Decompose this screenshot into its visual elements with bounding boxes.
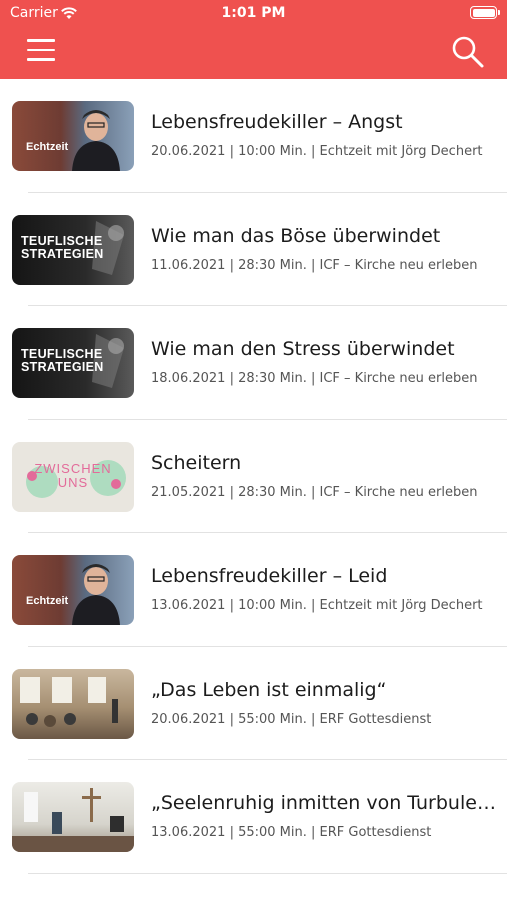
episode-meta: 21.05.2021 | 28:30 Min. | ICF – Kirche n… (151, 484, 478, 500)
episode-title: Scheitern (151, 451, 242, 474)
app-header: Carrier 1:01 PM (0, 0, 507, 79)
episode-title: Lebensfreudekiller – Leid (151, 565, 388, 587)
episode-meta: 11.06.2021 | 28:30 Min. | ICF – Kirche n… (151, 257, 478, 273)
episode-title: „Seelenruhig inmitten von Turbule… (151, 792, 496, 814)
episode-title: Wie man den Stress überwindet (151, 338, 455, 360)
episode-thumbnail: Echtzeit (12, 101, 134, 171)
episode-thumbnail (12, 668, 134, 739)
list-item[interactable]: TEUFLISCHE STRATEGIEN Wie man den Stress… (0, 306, 507, 420)
episode-list: Echtzeit Lebensfreudekiller – Angst 20.0… (0, 79, 507, 874)
search-button[interactable] (451, 35, 485, 69)
episode-title: Lebensfreudekiller – Angst (151, 111, 403, 133)
episode-thumbnail: ZWISCHEN UNS (12, 441, 134, 512)
list-item[interactable]: Echtzeit Lebensfreudekiller – Leid 13.06… (0, 533, 507, 647)
status-time: 1:01 PM (221, 5, 286, 21)
episode-meta: 18.06.2021 | 28:30 Min. | ICF – Kirche n… (151, 371, 478, 386)
episode-thumbnail: TEUFLISCHE STRATEGIEN (12, 214, 134, 285)
list-item[interactable]: „Seelenruhig inmitten von Turbule… 13.06… (0, 760, 507, 874)
episode-thumbnail: TEUFLISCHE STRATEGIEN (12, 328, 134, 398)
episode-thumbnail: Echtzeit (12, 555, 134, 625)
episode-meta: 20.06.2021 | 55:00 Min. | ERF Gottesdien… (151, 711, 432, 727)
separator (28, 872, 507, 874)
thumbnail-text: TEUFLISCHE STRATEGIEN (21, 347, 104, 374)
battery-icon (470, 6, 500, 19)
thumbnail-text: TEUFLISCHE STRATEGIEN (21, 233, 104, 261)
thumbnail-text: Echtzeit (26, 141, 69, 153)
episode-meta: 20.06.2021 | 10:00 Min. | Echtzeit mit J… (151, 144, 483, 159)
episode-meta: 13.06.2021 | 55:00 Min. | ERF Gottesdien… (151, 825, 432, 840)
menu-button[interactable] (27, 39, 55, 63)
list-item[interactable]: TEUFLISCHE STRATEGIEN Wie man das Böse ü… (0, 193, 507, 306)
status-bar: Carrier 1:01 PM (0, 0, 507, 28)
search-icon (452, 36, 484, 68)
list-item[interactable]: „Das Leben ist einmalig“ 20.06.2021 | 55… (0, 647, 507, 760)
episode-title: „Das Leben ist einmalig“ (151, 678, 387, 701)
episode-meta: 13.06.2021 | 10:00 Min. | Echtzeit mit J… (151, 598, 483, 613)
episode-title: Wie man das Böse überwindet (151, 224, 441, 247)
list-item[interactable]: ZWISCHEN UNS Scheitern 21.05.2021 | 28:3… (0, 420, 507, 533)
episode-thumbnail (12, 782, 134, 852)
list-item[interactable]: Echtzeit Lebensfreudekiller – Angst 20.0… (0, 79, 507, 193)
hamburger-icon (27, 39, 55, 42)
thumbnail-text: Echtzeit (26, 595, 69, 607)
thumbnail-text: ZWISCHEN UNS (34, 460, 112, 490)
